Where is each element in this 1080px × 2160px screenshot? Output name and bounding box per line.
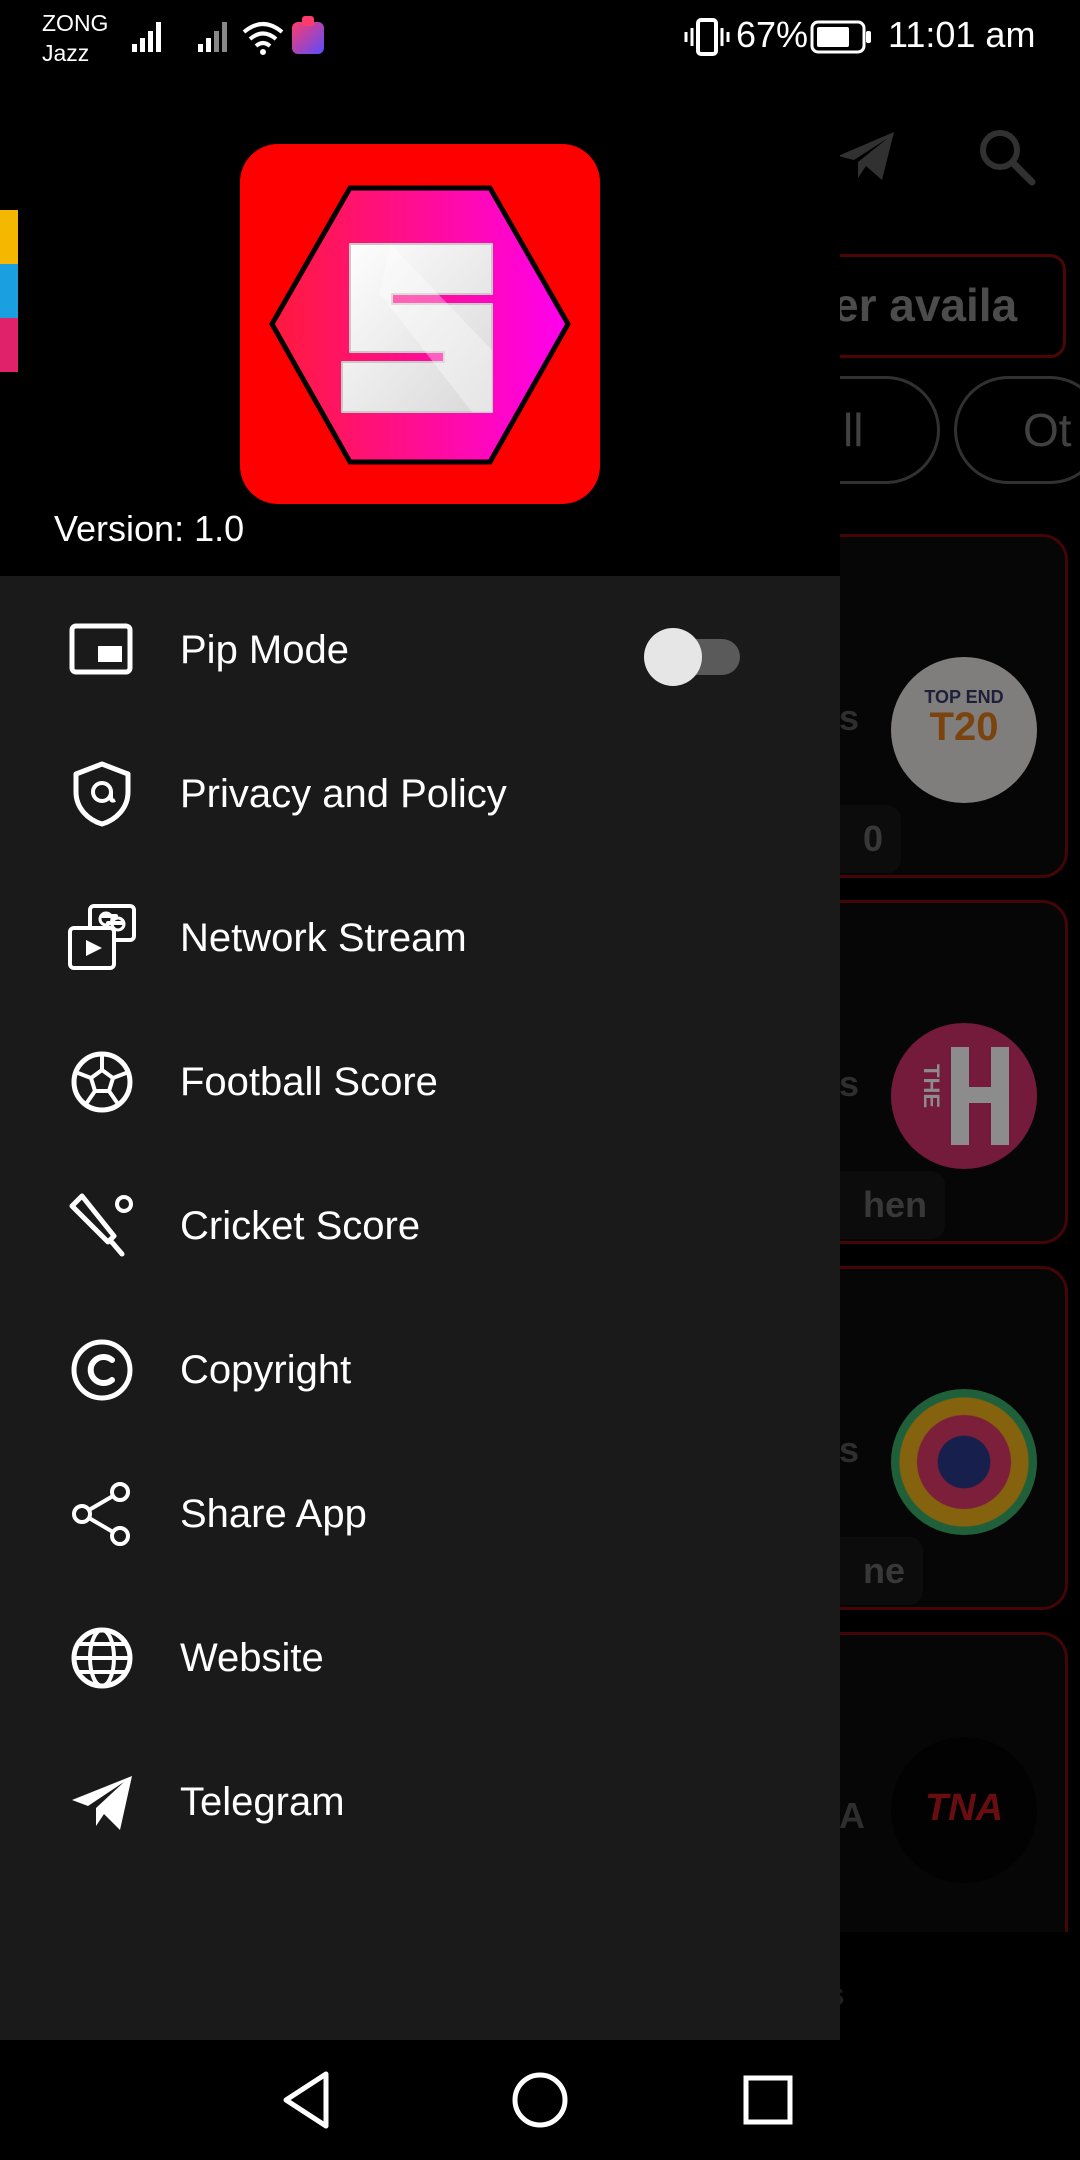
signal-icon-1	[132, 22, 161, 52]
menu-item-label: Cricket Score	[180, 1204, 421, 1248]
menu-item-share-app[interactable]: Share App	[0, 1440, 840, 1584]
menu-item-label: Pip Mode	[180, 628, 349, 672]
carrier-label: ZONG Jazz	[42, 8, 108, 68]
recents-icon[interactable]	[736, 2068, 800, 2132]
menu-item-label: Share App	[180, 1492, 367, 1536]
menu-item-label: Website	[180, 1636, 324, 1680]
menu-item-label: Copyright	[180, 1348, 352, 1392]
menu-item-telegram[interactable]: Telegram	[0, 1728, 840, 1872]
menu-item-cricket-score[interactable]: Cricket Score	[0, 1152, 840, 1296]
home-icon[interactable]	[508, 2068, 572, 2132]
back-icon[interactable]	[276, 2068, 340, 2132]
share-icon	[72, 1482, 130, 1546]
pip-mode-toggle[interactable]	[644, 628, 742, 686]
color-strip	[0, 210, 18, 372]
system-navigation-bar	[0, 2040, 1080, 2160]
status-bar: ZONG Jazz 67% 11:01 am	[0, 0, 1080, 76]
shield-icon	[73, 761, 131, 827]
clock: 11:01 am	[888, 14, 1036, 55]
menu-item-label: Telegram	[180, 1780, 345, 1824]
menu-item-football-score[interactable]: Football Score	[0, 1008, 840, 1152]
navigation-drawer: Version: 1.0 Pip Mode Privacy and Policy	[0, 76, 840, 2040]
app-logo	[240, 144, 600, 504]
menu-item-copyright[interactable]: Copyright	[0, 1296, 840, 1440]
carrier-2: Jazz	[42, 40, 90, 66]
app-version: Version: 1.0	[54, 508, 245, 549]
battery-icon	[810, 20, 871, 54]
picture-in-picture-icon	[69, 623, 133, 675]
signal-icon-2	[198, 22, 227, 52]
telegram-icon	[72, 1776, 132, 1830]
app-notification-icon	[292, 16, 324, 54]
menu-item-label: Football Score	[180, 1060, 438, 1104]
network-stream-icon	[68, 904, 136, 970]
menu-item-privacy-policy[interactable]: Privacy and Policy	[0, 720, 840, 864]
globe-icon	[71, 1627, 133, 1689]
cricket-bat-icon	[69, 1193, 133, 1257]
carrier-1: ZONG	[42, 10, 109, 36]
menu-item-label: Privacy and Policy	[180, 772, 507, 816]
menu-item-network-stream[interactable]: Network Stream	[0, 864, 840, 1008]
wifi-icon	[242, 22, 284, 55]
menu-item-label: Network Stream	[180, 916, 467, 960]
battery-percent: 67%	[736, 14, 809, 55]
menu-item-website[interactable]: Website	[0, 1584, 840, 1728]
drawer-header: Version: 1.0	[0, 76, 840, 576]
football-icon	[71, 1051, 133, 1113]
menu-item-pip-mode[interactable]: Pip Mode	[0, 576, 840, 720]
toggle-thumb	[644, 628, 702, 686]
copyright-icon	[71, 1339, 133, 1401]
vibrate-icon	[684, 18, 730, 56]
